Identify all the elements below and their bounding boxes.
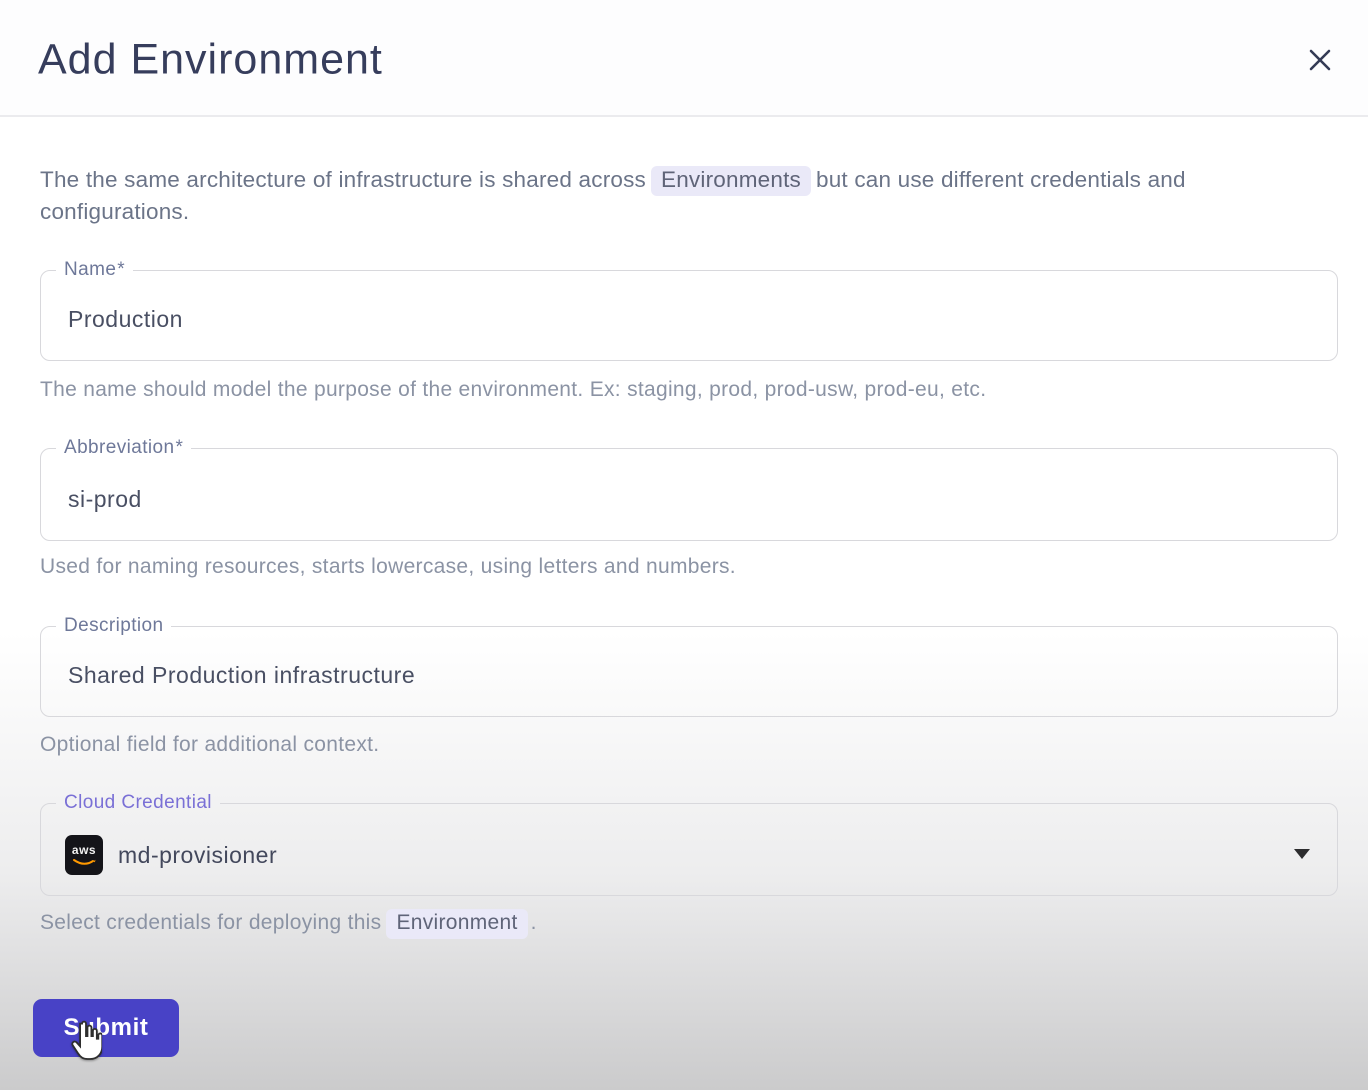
required-marker: * xyxy=(117,259,125,280)
close-icon xyxy=(1306,46,1334,74)
description-field: Description xyxy=(40,615,1338,717)
cloud-credential-helper-text: Select credentials for deploying thisEnv… xyxy=(40,909,537,939)
aws-smile-arrow xyxy=(72,858,96,867)
required-marker: * xyxy=(175,437,183,458)
dialog-header: Add Environment xyxy=(0,0,1368,117)
abbreviation-helper-text: Used for naming resources, starts lowerc… xyxy=(40,555,736,579)
submit-button[interactable]: Submit xyxy=(33,999,179,1057)
cloud-credential-value: md-provisioner xyxy=(118,842,277,869)
aws-icon: aws xyxy=(65,835,103,875)
cloud-credential-select[interactable]: Cloud Credential aws md-provisioner xyxy=(40,792,1338,896)
cloud-helper-before: Select credentials for deploying this xyxy=(40,911,381,934)
intro-text-before: The the same architecture of infrastruct… xyxy=(40,167,646,192)
name-field: Name* xyxy=(40,259,1338,361)
name-helper-text: The name should model the purpose of the… xyxy=(40,378,986,402)
intro-text: The the same architecture of infrastruct… xyxy=(40,164,1312,227)
abbreviation-field-label: Abbreviation* xyxy=(56,437,191,459)
cloud-credential-selected-option: aws md-provisioner xyxy=(65,832,1277,878)
chevron-down-icon[interactable] xyxy=(1294,849,1310,859)
close-button[interactable] xyxy=(1298,38,1342,82)
environments-chip: Environments xyxy=(651,166,811,196)
description-input[interactable] xyxy=(66,661,1302,690)
dialog-title: Add Environment xyxy=(38,35,383,84)
abbreviation-field: Abbreviation* xyxy=(40,437,1338,541)
cloud-helper-after: . xyxy=(531,911,537,934)
environment-chip: Environment xyxy=(386,909,527,939)
cloud-credential-label: Cloud Credential xyxy=(56,792,220,814)
abbreviation-input[interactable] xyxy=(66,485,1302,514)
add-environment-dialog: Add Environment The the same architectur… xyxy=(0,0,1368,1090)
description-field-label: Description xyxy=(56,615,171,637)
description-helper-text: Optional field for additional context. xyxy=(40,733,379,757)
name-input[interactable] xyxy=(66,305,1302,334)
name-field-label: Name* xyxy=(56,259,133,281)
